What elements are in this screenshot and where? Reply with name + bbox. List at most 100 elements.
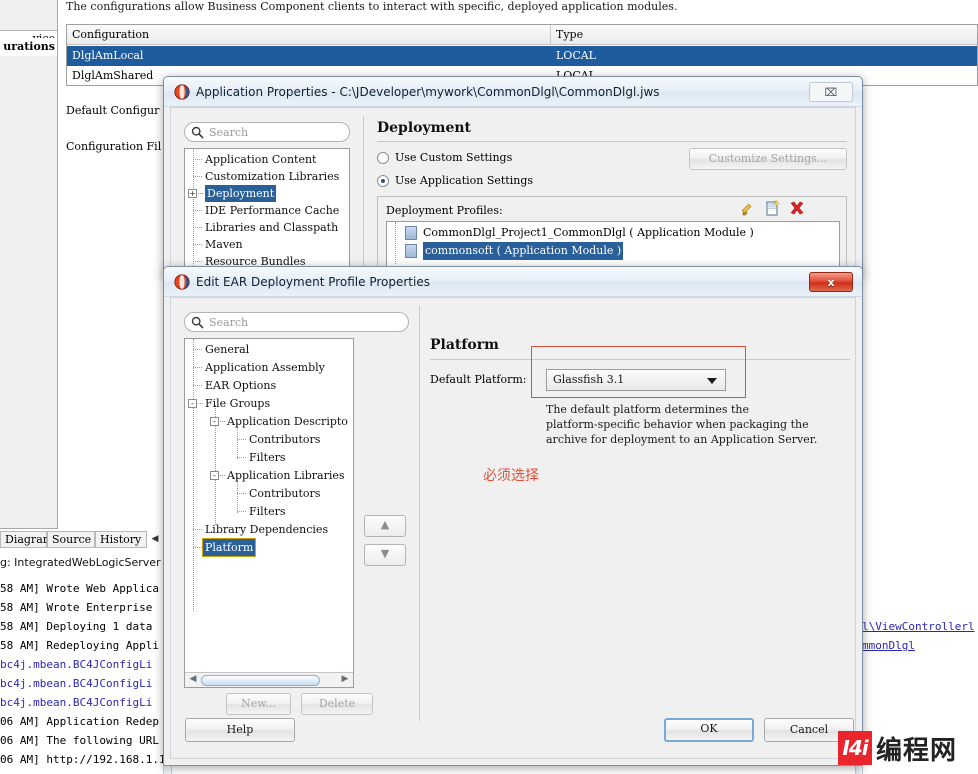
app-settings-tree[interactable]: Application Content Customization Librar… <box>184 148 350 273</box>
platform-help-line: platform-specific behavior when packagin… <box>546 418 809 431</box>
ear-dialog-divider <box>419 306 420 721</box>
log-line: 58 AM] Deploying 1 data <box>0 620 153 633</box>
tree-item-label: Platform <box>201 538 257 557</box>
module-icon <box>405 226 417 240</box>
tree-connector <box>237 493 246 495</box>
scrollbar-thumb[interactable] <box>201 675 320 686</box>
annotation-highlight-box <box>531 346 746 398</box>
log-link[interactable]: l\ViewControllerl <box>862 617 975 636</box>
collapse-toggle-icon[interactable]: - <box>188 399 197 408</box>
tree-connector <box>198 403 203 405</box>
tree-item-label: Application Content <box>205 153 317 166</box>
tree-connector <box>193 385 202 387</box>
column-header-type[interactable]: Type <box>551 25 977 45</box>
label-configuration-file: Configuration Fil <box>66 140 162 153</box>
help-button[interactable]: Help <box>185 718 295 742</box>
radio-icon <box>377 175 389 187</box>
column-header-configuration[interactable]: Configuration <box>67 25 551 45</box>
tree-connector <box>193 244 202 246</box>
tree-connector <box>220 421 225 423</box>
tree-item-label: EAR Options <box>205 379 277 392</box>
ear-dialog-titlebar[interactable]: Edit EAR Deployment Profile Properties x <box>164 267 862 297</box>
module-icon <box>405 244 417 258</box>
ok-button[interactable]: OK <box>664 718 754 742</box>
tree-item-label: IDE Performance Cache <box>205 204 340 217</box>
tree-connector <box>193 261 202 263</box>
app-dialog-divider <box>363 116 364 276</box>
log-panel-right-overflow: l\ViewControllerl mmonDlgl <box>862 578 978 708</box>
app-dialog-title: Application Properties - C:\JDeveloper\m… <box>196 85 660 99</box>
chevron-left-icon[interactable]: ◀ <box>148 531 162 548</box>
background-tab-configurations[interactable]: urations <box>0 38 57 56</box>
close-icon[interactable]: x <box>809 272 853 292</box>
radio-label: Use Application Settings <box>395 174 534 187</box>
tree-item-label: Contributors <box>249 433 321 446</box>
application-properties-dialog[interactable]: Application Properties - C:\JDeveloper\m… <box>163 76 863 276</box>
deployment-profiles-list[interactable]: CommonDlgl_Project1_CommonDlgl ( Applica… <box>386 221 840 271</box>
label-default-configuration: Default Configur <box>66 104 160 117</box>
search-placeholder: Search <box>209 126 249 139</box>
app-dialog-titlebar[interactable]: Application Properties - C:\JDeveloper\m… <box>164 77 862 107</box>
customize-settings-button[interactable]: Customize Settings... <box>689 148 847 170</box>
search-input[interactable]: Search <box>184 312 409 332</box>
tree-connector <box>193 349 202 351</box>
log-line: 58 AM] Wrote Web Applica <box>0 582 159 595</box>
scroll-left-icon[interactable]: ◀ <box>186 673 200 687</box>
search-input[interactable]: Search <box>184 122 350 142</box>
scroll-right-icon[interactable]: ▶ <box>338 673 352 687</box>
log-line: 06 AM] Application Redep <box>0 715 159 728</box>
tree-item-label: Customization Libraries <box>205 170 340 183</box>
edit-ear-deployment-profile-dialog[interactable]: Edit EAR Deployment Profile Properties x… <box>163 266 863 766</box>
log-link[interactable]: mmonDlgl <box>862 636 915 655</box>
log-line: 58 AM] Wrote Enterprise <box>0 601 153 614</box>
table-header: Configuration Type <box>67 25 977 45</box>
editor-tab-diagram[interactable]: Diagram <box>0 531 53 548</box>
tree-connector <box>237 457 246 459</box>
log-line: bc4j.mbean.BC4JConfigLi <box>0 677 153 690</box>
tree-connector <box>198 193 203 195</box>
tree-item-label: Libraries and Classpath <box>205 221 339 234</box>
tree-item-label: Application Descripto <box>227 415 348 428</box>
search-icon <box>191 316 204 329</box>
jdeveloper-icon <box>174 274 190 290</box>
delete-button[interactable]: Delete <box>301 693 373 715</box>
tree-item-label: File Groups <box>205 397 271 410</box>
tree-item-label: Filters <box>249 451 286 464</box>
editor-tab-source[interactable]: Source <box>47 531 95 548</box>
tree-connector <box>193 227 202 229</box>
move-up-button[interactable]: ▲ <box>364 515 406 537</box>
new-button[interactable]: New... <box>226 693 291 715</box>
delete-x-icon[interactable] <box>788 200 806 218</box>
radio-icon <box>377 152 389 164</box>
tree-guide-line <box>395 222 397 264</box>
tree-connector <box>193 159 202 161</box>
cell-type: LOCAL <box>556 49 596 62</box>
expand-toggle-icon[interactable]: + <box>188 189 197 198</box>
collapse-toggle-icon[interactable]: - <box>210 417 219 426</box>
configurations-description: The configurations allow Business Compon… <box>66 0 678 13</box>
log-line: 58 AM] Redeploying Appli <box>0 639 159 652</box>
jdeveloper-icon <box>174 84 190 100</box>
tree-connector <box>193 210 202 212</box>
edit-pencil-icon[interactable] <box>740 200 758 218</box>
editor-tab-history[interactable]: History <box>95 531 147 548</box>
platform-help-line: The default platform determines the <box>546 403 749 416</box>
move-down-button[interactable]: ▼ <box>364 544 406 566</box>
tree-connector <box>237 511 246 513</box>
tree-item-label: Application Libraries <box>227 469 345 482</box>
app-panel-heading: Deployment <box>377 120 471 136</box>
chevron-down-icon: ▼ <box>380 547 390 561</box>
new-page-icon[interactable] <box>764 200 782 218</box>
ear-settings-tree[interactable]: General Application Assembly EAR Options… <box>184 338 354 688</box>
log-panel-title: g: IntegratedWebLogicServer - Log <box>0 556 163 569</box>
heading-rule <box>377 141 847 142</box>
tree-item-label: Library Dependencies <box>205 523 329 536</box>
tree-horizontal-scrollbar[interactable]: ◀ ▶ <box>185 672 353 687</box>
background-left-panel: vice urations <box>0 0 58 529</box>
tree-guide-line <box>193 339 195 611</box>
collapse-toggle-icon[interactable]: - <box>210 471 219 480</box>
tree-item-label: Deployment <box>205 185 277 202</box>
close-icon[interactable]: ⌧ <box>809 82 853 102</box>
table-row[interactable]: DlglAmLocal LOCAL <box>67 46 977 66</box>
ear-dialog-body: Search General Application Assembly EAR … <box>170 297 856 759</box>
